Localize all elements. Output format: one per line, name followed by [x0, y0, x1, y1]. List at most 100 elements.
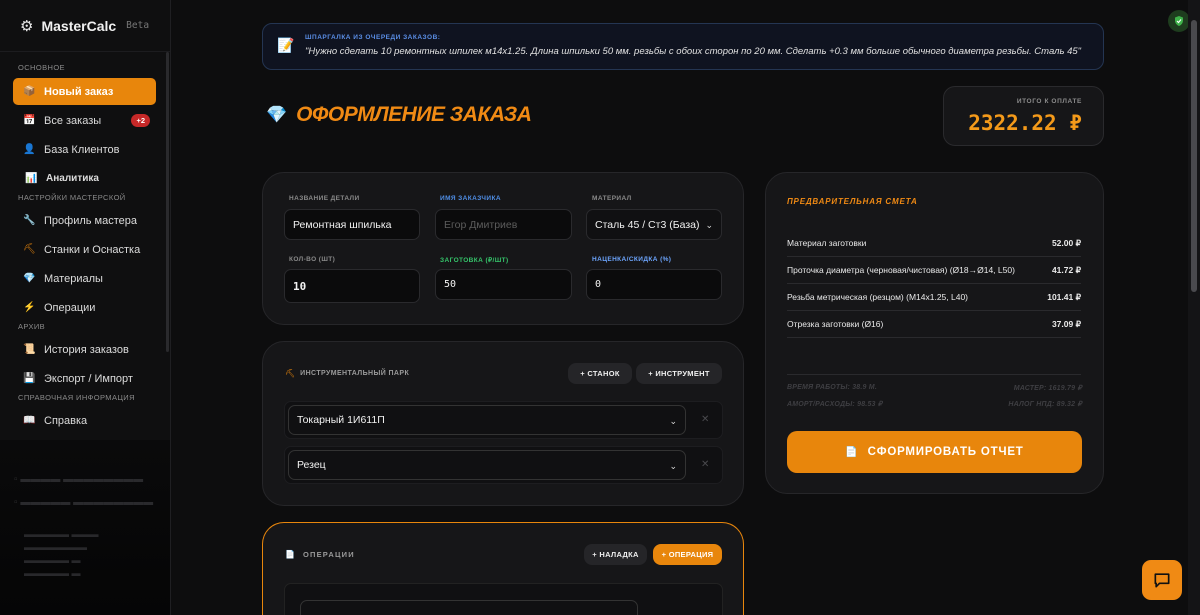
brand[interactable]: ⚙ MasterCalc Beta: [0, 0, 170, 52]
sidebar-item-label: Все заказы: [44, 114, 102, 127]
sidebar-item-label: Операции: [44, 301, 96, 314]
faded-block: ▬▬▬▬▬ ▬▬▬ ▬▬▬▬▬▬▬ ▬▬▬▬▬ ▬ ▬▬▬▬▬ ▬: [24, 529, 99, 578]
sidebar-item-analytics[interactable]: 📊 Аналитика: [13, 165, 156, 192]
estimate-row-label: Материал заготовки: [787, 238, 867, 248]
material-label: МАТЕРИАЛ: [592, 195, 632, 202]
quantity-input[interactable]: 10: [284, 269, 420, 303]
sidebar-item-label: База Клиентов: [44, 143, 120, 156]
beta-label: Beta: [126, 20, 150, 31]
operations-header: 📄 ОПЕРАЦИИ: [285, 550, 355, 559]
shield-icon[interactable]: [1168, 10, 1190, 32]
estimate-row-value: 37.09 ₽: [1051, 318, 1081, 329]
operation-row: [284, 583, 723, 615]
sidebar-item-history[interactable]: 📜 История заказов: [13, 336, 156, 363]
chevron-down-icon: ⌄: [669, 416, 677, 426]
operation-select[interactable]: [300, 600, 638, 615]
chevron-down-icon: ⌄: [705, 220, 713, 230]
gear-icon: ⚙: [20, 17, 34, 35]
add-machine-button[interactable]: + СТАНОК: [568, 363, 632, 384]
section-settings: Настройки мастерской: [18, 193, 126, 202]
book-icon: 📖: [23, 415, 36, 426]
tools-title: ИНСТРУМЕНТАЛЬНЫЙ ПАРК: [300, 370, 410, 377]
blank-price-input[interactable]: 50: [435, 269, 572, 300]
estimate-row-label: Отрезка заготовки (Ø16): [787, 319, 884, 329]
sidebar-item-all-orders[interactable]: 📅 Все заказы +2: [13, 107, 156, 134]
chart-icon: 📊: [25, 173, 38, 184]
sidebar-item-help[interactable]: 📖 Справка: [13, 407, 156, 434]
tool-row: Резец ⌄ ✕: [284, 446, 723, 484]
remove-tool-icon[interactable]: ✕: [701, 459, 709, 470]
markup-input[interactable]: 0: [586, 269, 722, 300]
estimate-row-label: Резьба метрическая (резцом) (M14x1.25, L…: [787, 292, 969, 302]
hint-text: "Нужно сделать 10 ремонтных шпилек м14х1…: [305, 46, 1082, 57]
tool-icon: ⛏: [23, 244, 36, 255]
estimate-row-value: 101.41 ₽: [1047, 291, 1081, 302]
divider: [787, 374, 1081, 375]
page-title: 💎 ОФОРМЛЕНИЕ ЗАКАЗА: [266, 103, 532, 127]
sidebar-item-label: Справка: [44, 414, 88, 427]
shield-check-icon: [1175, 16, 1183, 26]
hint-title: ШПАРГАЛКА ИЗ ОЧЕРЕДИ ЗАКАЗОВ:: [305, 34, 441, 41]
add-setup-button[interactable]: + НАЛАДКА: [584, 544, 647, 565]
estimate-row: Отрезка заготовки (Ø16) 37.09 ₽: [787, 311, 1081, 338]
document-icon: 📄: [285, 550, 295, 559]
machine-selected-value: Токарный 1И611П: [297, 414, 385, 426]
part-name-input[interactable]: Ремонтная шпилька: [284, 209, 420, 240]
blank-price-label: ЗАГОТОВКА (₽/ШТ): [440, 257, 509, 264]
material-select[interactable]: Сталь 45 / Ст3 (База) ⌄: [586, 209, 722, 240]
sidebar-item-operations[interactable]: ⚡ Операции: [13, 294, 156, 321]
section-archive: Архив: [18, 322, 46, 331]
master-cost: МАСТЕР: 1619.79 ₽: [1013, 385, 1082, 392]
client-name-input[interactable]: Егор Дмитриев: [435, 209, 572, 240]
sidebar: ⚙ MasterCalc Beta Основное 📦 Новый заказ…: [0, 0, 171, 615]
sidebar-item-materials[interactable]: 💎 Материалы: [13, 265, 156, 292]
sidebar-scrollbar[interactable]: [166, 52, 169, 352]
faded-line: ▫ ▬▬▬▬ ▬▬▬▬▬▬▬▬: [14, 474, 144, 485]
estimate-card: ПРЕДВАРИТЕЛЬНАЯ СМЕТА Материал заготовки…: [765, 172, 1104, 494]
add-operation-button[interactable]: + ОПЕРАЦИЯ: [653, 544, 722, 565]
lightning-icon: ⚡: [23, 302, 36, 313]
sidebar-item-label: Профиль мастера: [44, 214, 137, 227]
sidebar-item-label: Новый заказ: [44, 85, 114, 98]
document-icon: 📄: [845, 446, 859, 458]
estimate-row: Проточка диаметра (черновая/чистовая) (Ø…: [787, 257, 1081, 284]
main-content: 📝 ШПАРГАЛКА ИЗ ОЧЕРЕДИ ЗАКАЗОВ: "Нужно с…: [172, 0, 1190, 615]
sidebar-item-label: Аналитика: [46, 173, 99, 184]
material-selected-value: Сталь 45 / Ст3 (База): [595, 218, 700, 231]
count-badge: +2: [131, 114, 150, 127]
tools-header: ⛏ ИНСТРУМЕНТАЛЬНЫЙ ПАРК: [285, 369, 409, 378]
tool-icon: ⛏: [285, 369, 296, 378]
chevron-down-icon: ⌄: [669, 461, 677, 471]
sidebar-item-label: История заказов: [44, 343, 129, 356]
order-queue-hint: 📝 ШПАРГАЛКА ИЗ ОЧЕРЕДИ ЗАКАЗОВ: "Нужно с…: [262, 23, 1104, 70]
machine-select[interactable]: Токарный 1И611П ⌄: [288, 405, 686, 435]
person-icon: 👤: [23, 144, 36, 155]
total-value: 2322.22 ₽: [968, 111, 1082, 135]
sidebar-item-master-profile[interactable]: 🔧 Профиль мастера: [13, 207, 156, 234]
gem-icon: 💎: [23, 273, 36, 284]
generate-report-label: СФОРМИРОВАТЬ ОТЧЕТ: [867, 446, 1024, 458]
chat-bubble-icon: [1154, 573, 1170, 588]
operations-card: 📄 ОПЕРАЦИИ + НАЛАДКА + ОПЕРАЦИЯ: [262, 522, 744, 615]
client-name-label: ИМЯ ЗАКАЗЧИКА: [440, 195, 501, 202]
sidebar-item-export-import[interactable]: 💾 Экспорт / Импорт: [13, 365, 156, 392]
sidebar-item-label: Экспорт / Импорт: [44, 372, 133, 385]
sidebar-item-new-order[interactable]: 📦 Новый заказ: [13, 78, 156, 105]
sidebar-item-clients[interactable]: 👤 База Клиентов: [13, 136, 156, 163]
document-icon: 📝: [277, 37, 295, 53]
add-tool-button[interactable]: + ИНСТРУМЕНТ: [636, 363, 722, 384]
wrench-icon: 🔧: [23, 215, 36, 226]
page-title-text: ОФОРМЛЕНИЕ ЗАКАЗА: [296, 103, 532, 126]
app-root: ⚙ MasterCalc Beta Основное 📦 Новый заказ…: [0, 0, 1200, 615]
sidebar-item-machines[interactable]: ⛏ Станки и Оснастка: [13, 236, 156, 263]
floppy-icon: 💾: [23, 373, 36, 384]
chat-button[interactable]: [1142, 560, 1182, 600]
part-name-label: НАЗВАНИЕ ДЕТАЛИ: [289, 195, 360, 202]
scrollbar-thumb[interactable]: [1191, 20, 1197, 292]
sidebar-item-label: Материалы: [44, 272, 103, 285]
section-reference: Справочная информация: [18, 393, 135, 402]
page-scrollbar[interactable]: [1188, 0, 1200, 615]
tool-select[interactable]: Резец ⌄: [288, 450, 686, 480]
remove-machine-icon[interactable]: ✕: [701, 414, 709, 425]
generate-report-button[interactable]: 📄 СФОРМИРОВАТЬ ОТЧЕТ: [787, 431, 1082, 473]
